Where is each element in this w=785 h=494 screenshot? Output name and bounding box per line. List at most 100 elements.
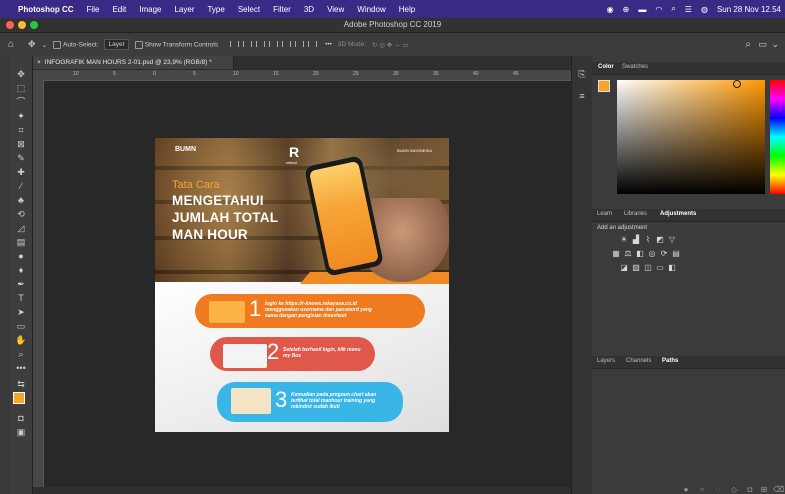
blur-tool-icon[interactable]: ●: [14, 250, 28, 262]
horizontal-ruler[interactable]: 10 5 0 5 10 15 20 25 30 35 40 45: [33, 70, 571, 81]
distribute-icon[interactable]: [308, 40, 318, 47]
menu-help[interactable]: Help: [399, 5, 415, 14]
path-selection-icon[interactable]: ➤: [14, 306, 28, 318]
tab-channels[interactable]: Channels: [626, 358, 651, 364]
menubar-datetime[interactable]: Sun 28 Nov 12.54: [717, 5, 781, 14]
selective-color-icon[interactable]: ◧: [668, 264, 676, 272]
edit-toolbar-icon[interactable]: •••: [14, 362, 28, 374]
menu-select[interactable]: Select: [238, 5, 260, 14]
siri-icon[interactable]: ◍: [701, 5, 708, 14]
add-mask-icon[interactable]: ◘: [746, 486, 754, 494]
hue-saturation-icon[interactable]: ▦: [612, 250, 620, 258]
color-balance-icon[interactable]: ⚖: [624, 250, 632, 258]
3d-orbit-icon[interactable]: ↻ ◎ ✥ ⇔ ▭: [372, 41, 408, 49]
new-path-icon[interactable]: ⊞: [760, 486, 768, 494]
menu-window[interactable]: Window: [357, 5, 385, 14]
healing-brush-icon[interactable]: ✚: [14, 166, 28, 178]
crop-tool-icon[interactable]: ⌗: [14, 124, 28, 136]
document-tab[interactable]: × INFOGRAFIK MAN HOURS 2-01.psd @ 23,9% (…: [33, 56, 234, 69]
gradient-map-icon[interactable]: ▭: [656, 264, 664, 272]
lasso-tool-icon[interactable]: ⌒: [14, 96, 28, 108]
history-panel-icon[interactable]: ⎘: [575, 68, 589, 80]
battery-icon[interactable]: ▬: [638, 5, 646, 14]
menu-filter[interactable]: Filter: [273, 5, 291, 14]
eyedropper-icon[interactable]: ✎: [14, 152, 28, 164]
menu-view[interactable]: View: [327, 5, 344, 14]
threshold-icon[interactable]: ◫: [644, 264, 652, 272]
show-transform-checkbox[interactable]: [134, 40, 143, 49]
move-tool-icon[interactable]: ✥: [14, 68, 28, 80]
tab-layers[interactable]: Layers: [597, 358, 615, 364]
control-center-icon[interactable]: ☰: [685, 5, 692, 14]
color-saturation-field[interactable]: [617, 80, 765, 194]
stroke-path-icon[interactable]: ○: [698, 486, 706, 494]
type-tool-icon[interactable]: T: [14, 292, 28, 304]
align-right-icon[interactable]: [256, 40, 266, 47]
photo-filter-icon[interactable]: ◎: [648, 250, 656, 258]
auto-select-checkbox[interactable]: [53, 40, 62, 49]
fill-path-icon[interactable]: ●: [682, 486, 690, 494]
brightness-contrast-icon[interactable]: ☀: [620, 236, 628, 244]
frame-tool-icon[interactable]: ⊠: [14, 138, 28, 150]
quick-mask-icon[interactable]: ◘: [14, 412, 28, 424]
tool-preset-chevron-icon[interactable]: ⌄: [42, 41, 47, 49]
align-bottom-icon[interactable]: [295, 40, 305, 47]
load-selection-icon[interactable]: ◌: [714, 486, 722, 494]
wifi-icon[interactable]: ◠: [655, 5, 662, 14]
exposure-icon[interactable]: ◩: [656, 236, 664, 244]
hand-tool-icon[interactable]: ✋: [14, 334, 28, 346]
history-brush-icon[interactable]: ⟲: [14, 208, 28, 220]
align-left-icon[interactable]: [230, 40, 240, 47]
home-icon[interactable]: ⌂: [8, 39, 14, 50]
workspace-icon[interactable]: ▭: [758, 39, 767, 50]
pen-tool-icon[interactable]: ✒: [14, 278, 28, 290]
zoom-tool-icon[interactable]: ⌕: [14, 348, 28, 360]
menu-app-name[interactable]: Photoshop CC: [18, 5, 74, 14]
hue-slider[interactable]: [770, 80, 785, 194]
panel-foreground-swatch[interactable]: [598, 80, 610, 92]
tab-swatches[interactable]: Swatches: [622, 64, 648, 70]
foreground-color-swatch[interactable]: [13, 392, 25, 404]
color-lookup-icon[interactable]: ▤: [672, 250, 680, 258]
auto-select-dropdown[interactable]: Layer: [104, 39, 129, 50]
menu-3d[interactable]: 3D: [304, 5, 314, 14]
tab-paths[interactable]: Paths: [662, 358, 678, 364]
menu-layer[interactable]: Layer: [174, 5, 194, 14]
posterize-icon[interactable]: ▨: [632, 264, 640, 272]
properties-panel-icon[interactable]: ≡: [575, 90, 589, 102]
eraser-tool-icon[interactable]: ◿: [14, 222, 28, 234]
record-icon[interactable]: ⊕: [623, 5, 630, 14]
make-work-path-icon[interactable]: ◇: [730, 486, 738, 494]
menu-image[interactable]: Image: [139, 5, 161, 14]
more-options-button[interactable]: •••: [325, 41, 332, 48]
clone-stamp-icon[interactable]: ♣: [14, 194, 28, 206]
tab-learn[interactable]: Learn: [597, 211, 612, 217]
tab-color[interactable]: Color: [598, 64, 614, 70]
delete-path-icon[interactable]: ⌫: [773, 486, 784, 494]
spotlight-search-icon[interactable]: ⌕: [671, 4, 675, 14]
vibrance-icon[interactable]: ▽: [668, 236, 676, 244]
menu-type[interactable]: Type: [207, 5, 224, 14]
tab-adjustments[interactable]: Adjustments: [660, 211, 696, 217]
screen-mode-icon[interactable]: ▣: [14, 426, 28, 438]
creative-cloud-icon[interactable]: ◉: [607, 5, 614, 14]
share-icon[interactable]: ⌄: [771, 39, 779, 50]
document-canvas[interactable]: BUMN R rekind BUMN INDONESIA Tata Cara M…: [155, 138, 449, 432]
color-picker-marker[interactable]: [733, 80, 741, 88]
tab-libraries[interactable]: Libraries: [624, 211, 647, 217]
curves-icon[interactable]: ⌇: [644, 236, 652, 244]
align-center-icon[interactable]: [243, 40, 253, 47]
swap-colors-icon[interactable]: ⇆: [14, 378, 28, 390]
marquee-tool-icon[interactable]: ⬚: [14, 82, 28, 94]
align-middle-icon[interactable]: [282, 40, 292, 47]
move-tool-icon[interactable]: ✥: [28, 39, 36, 50]
dodge-tool-icon[interactable]: ♦: [14, 264, 28, 276]
black-white-icon[interactable]: ◧: [636, 250, 644, 258]
search-icon[interactable]: ⌕: [745, 39, 751, 50]
brush-tool-icon[interactable]: ∕: [14, 180, 28, 192]
invert-icon[interactable]: ◪: [620, 264, 628, 272]
channel-mixer-icon[interactable]: ⟳: [660, 250, 668, 258]
menu-edit[interactable]: Edit: [112, 5, 126, 14]
align-top-icon[interactable]: [269, 40, 279, 47]
menu-file[interactable]: File: [87, 5, 100, 14]
